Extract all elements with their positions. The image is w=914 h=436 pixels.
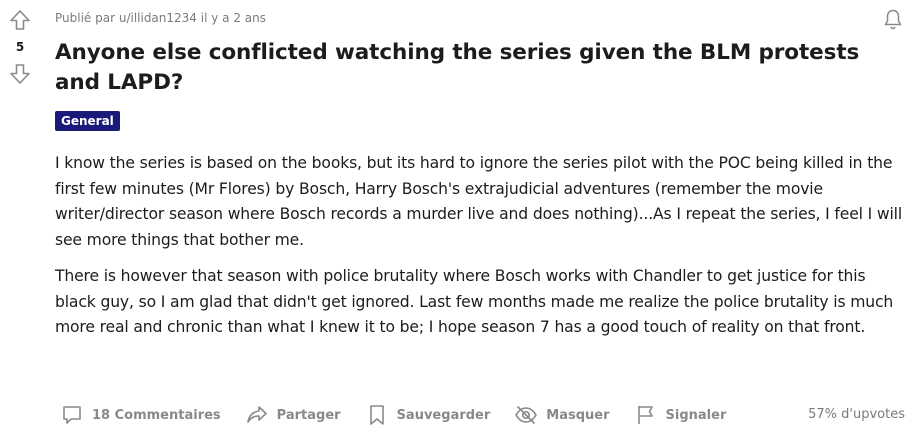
eye-slash-icon	[515, 406, 538, 424]
save-button[interactable]: Sauvegarder	[365, 403, 491, 427]
post-paragraph: I know the series is based on the books,…	[55, 154, 903, 249]
arrow-up-icon	[10, 10, 30, 30]
hide-button[interactable]: Masquer	[514, 403, 610, 427]
post-flair[interactable]: General	[55, 111, 120, 131]
post-meta: Publié par u/illidan1234 il y a 2 ans	[55, 11, 266, 25]
post-title[interactable]: Anyone else conflicted watching the seri…	[55, 38, 875, 98]
comment-bubble-icon	[63, 406, 81, 424]
report-button[interactable]: Signaler	[634, 403, 727, 427]
bookmark-icon	[369, 405, 384, 425]
comments-label: 18 Commentaires	[92, 407, 221, 423]
vote-score: 5	[15, 40, 25, 54]
bell-icon	[884, 9, 902, 30]
arrow-down-icon	[10, 64, 30, 84]
vote-column: 5	[0, 0, 40, 88]
post-paragraph: There is however that season with police…	[55, 267, 894, 336]
share-button[interactable]: Partager	[245, 403, 341, 427]
upvote-button[interactable]	[6, 6, 34, 34]
comments-button[interactable]: 18 Commentaires	[60, 403, 221, 427]
report-label: Signaler	[665, 407, 727, 423]
hide-label: Masquer	[546, 407, 610, 423]
share-arrow-icon	[246, 406, 267, 423]
downvote-button[interactable]	[6, 60, 34, 88]
upvote-ratio: 57% d'upvotes	[808, 407, 905, 422]
notification-button[interactable]	[881, 7, 905, 31]
post-actions-bar: 18 Commentaires Partager Sauvegarder Mas…	[60, 400, 905, 430]
share-label: Partager	[276, 407, 341, 423]
flag-icon	[637, 406, 653, 424]
save-label: Sauvegarder	[396, 407, 491, 423]
post-body: I know the series is based on the books,…	[55, 151, 905, 352]
